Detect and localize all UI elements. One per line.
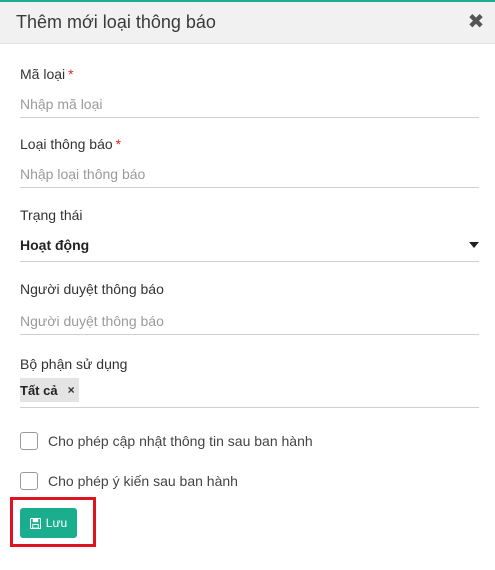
department-underline (20, 407, 479, 408)
save-icon (29, 517, 41, 529)
field-type: Loại thông báo * (20, 136, 479, 188)
allow-comment-row: Cho phép ý kiến sau ban hành (20, 472, 238, 490)
field-status-label: Trạng thái (20, 207, 83, 223)
field-approver: Người duyệt thông báo (20, 281, 479, 335)
field-code: Mã loại * (20, 66, 479, 118)
chevron-down-icon[interactable] (469, 242, 479, 248)
status-underline (20, 261, 479, 262)
department-multiselect[interactable]: Bộ phận sử dụng Tất cả × (20, 356, 479, 412)
field-type-label-text: Loại thông báo (20, 136, 113, 152)
field-code-label: Mã loại * (20, 66, 479, 82)
required-mark: * (115, 136, 122, 152)
field-type-label: Loại thông báo * (20, 136, 479, 152)
remove-tag-icon[interactable]: × (68, 383, 75, 397)
field-code-label-text: Mã loại (20, 66, 66, 82)
save-button-label: Lưu (45, 516, 68, 530)
field-approver-label: Người duyệt thông báo (20, 281, 164, 297)
allow-comment-label[interactable]: Cho phép ý kiến sau ban hành (48, 473, 238, 489)
allow-comment-checkbox[interactable] (20, 472, 38, 490)
department-tag-label: Tất cả (20, 382, 58, 398)
add-notification-type-modal: Thêm mới loại thông báo ✖ Mã loại* Loại … (0, 0, 495, 570)
modal-header: Thêm mới loại thông báo ✖ (0, 2, 495, 44)
approver-input[interactable] (20, 307, 479, 335)
status-selected-value: Hoạt động (20, 237, 90, 253)
save-button[interactable]: Lưu (20, 508, 77, 538)
department-tag: Tất cả × (20, 378, 79, 402)
allow-update-checkbox[interactable] (20, 432, 38, 450)
allow-update-row: Cho phép cập nhật thông tin sau ban hành (20, 432, 313, 450)
code-input[interactable] (20, 90, 479, 118)
close-icon[interactable]: ✖ (467, 11, 485, 33)
modal-title: Thêm mới loại thông báo (16, 12, 216, 32)
notification-type-input[interactable] (20, 160, 479, 188)
allow-update-label[interactable]: Cho phép cập nhật thông tin sau ban hành (48, 433, 313, 449)
status-select[interactable]: Trạng thái Hoạt động (20, 207, 479, 263)
field-department-label: Bộ phận sử dụng (20, 356, 128, 372)
required-mark: * (68, 66, 74, 82)
